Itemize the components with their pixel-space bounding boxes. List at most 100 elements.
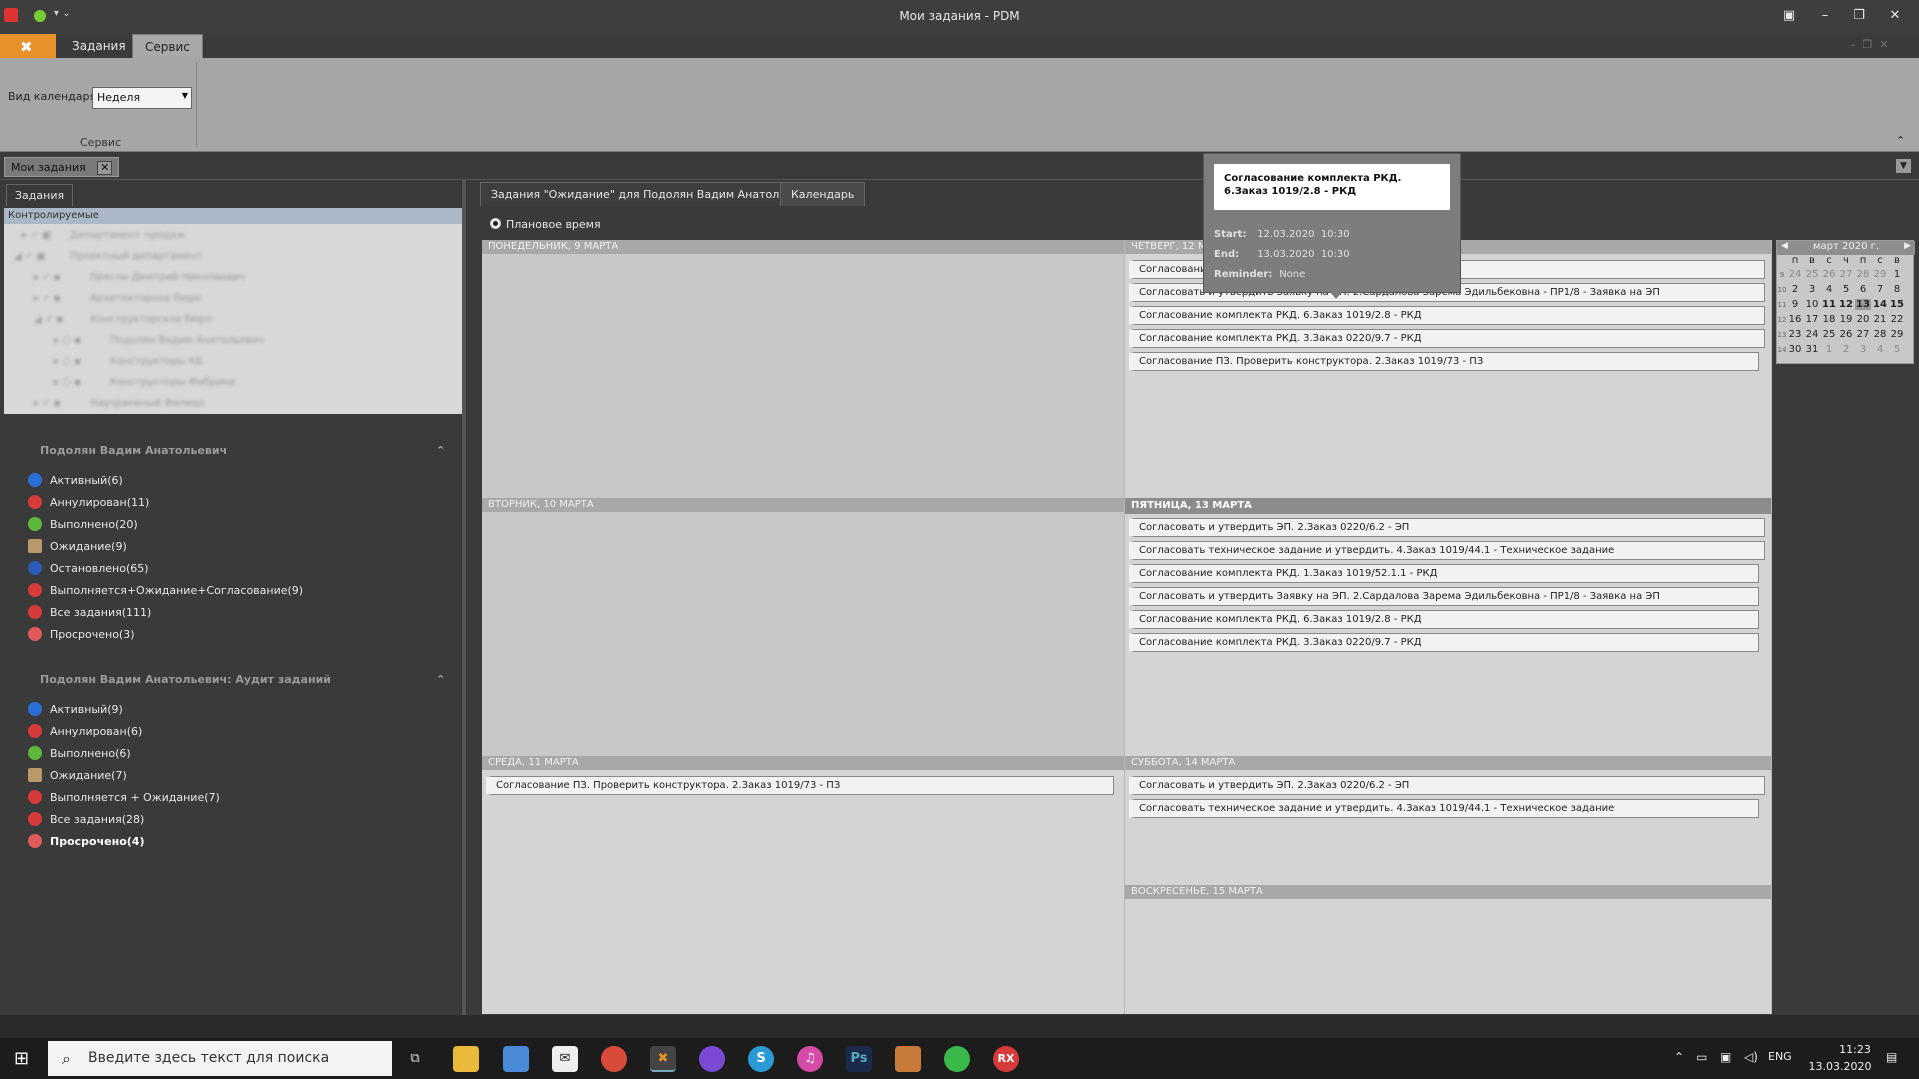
collapse-ribbon-icon[interactable]: ⌃ xyxy=(1896,134,1905,147)
mini-calendar-day[interactable]: 26 xyxy=(1821,269,1837,280)
doc-tab-my-tasks[interactable]: Мои задания ✕ xyxy=(4,157,120,177)
mini-calendar-day[interactable]: 20 xyxy=(1855,314,1871,325)
tree-row[interactable]: ◢ ✓ ▣ Проектный департамент xyxy=(4,247,462,267)
mini-calendar-day[interactable]: 6 xyxy=(1855,284,1871,295)
filter-all[interactable]: Все задания(111) xyxy=(28,605,151,623)
skype-icon[interactable]: S xyxy=(748,1046,774,1072)
mini-calendar-day[interactable]: 22 xyxy=(1889,314,1905,325)
close-icon[interactable]: ✕ xyxy=(97,161,113,175)
mini-calendar-day[interactable]: 3 xyxy=(1804,284,1820,295)
calendar-view-select[interactable]: Неделя ▼ xyxy=(92,87,192,109)
mini-calendar-day[interactable]: 4 xyxy=(1872,344,1888,355)
tab-waiting-tasks[interactable]: Задания "Ожидание" для Подолян Вадим Ана… xyxy=(480,182,824,206)
tab-tasks[interactable]: Задания xyxy=(60,34,138,58)
mini-calendar-day[interactable]: 19 xyxy=(1838,314,1854,325)
mini-calendar-day[interactable]: 5 xyxy=(1889,344,1905,355)
appointment[interactable]: Согласовать техническое задание и утверд… xyxy=(1129,799,1759,818)
tree-row[interactable]: ▸ ✓ ▪ Архитекторное бюро xyxy=(4,289,462,309)
day-sunday[interactable]: ВОСКРЕСЕНЬЕ, 15 МАРТА xyxy=(1125,885,1772,1014)
audit-filter-active[interactable]: Активный(9) xyxy=(28,702,123,720)
mini-calendar-day[interactable]: 25 xyxy=(1821,329,1837,340)
audit-filter-done[interactable]: Выполнено(6) xyxy=(28,746,131,764)
rx-app-icon[interactable]: RX xyxy=(993,1046,1019,1072)
filter-group-header[interactable]: Подолян Вадим Анатольевич: Аудит заданий… xyxy=(40,673,445,686)
day-friday[interactable]: ПЯТНИЦА, 13 МАРТА Согласовать и утвердит… xyxy=(1125,498,1772,756)
tree-row[interactable]: ◢ ✓ ▪ Конструкторское бюро xyxy=(4,310,462,330)
appointment[interactable]: Согласовать техническое задание и утверд… xyxy=(1129,541,1765,560)
tree-row[interactable]: ▸ ✓ ▪ Пресли Дмитрий Николаевич xyxy=(4,268,462,288)
mini-calendar-day[interactable]: 24 xyxy=(1804,329,1820,340)
mini-calendar-day[interactable]: 1 xyxy=(1821,344,1837,355)
audit-filter-all[interactable]: Все задания(28) xyxy=(28,812,144,830)
mini-calendar-day[interactable]: 11 xyxy=(1821,299,1837,310)
minimize-button[interactable]: – xyxy=(1814,6,1836,26)
mini-calendar-day[interactable]: 13 xyxy=(1855,299,1871,310)
close-button[interactable]: ✕ xyxy=(1884,6,1906,26)
clock-time[interactable]: 11:23 xyxy=(1830,1043,1880,1056)
mini-calendar-day[interactable]: 14 xyxy=(1872,299,1888,310)
mini-calendar-day[interactable]: 9 xyxy=(1787,299,1803,310)
mini-calendar-day[interactable]: 27 xyxy=(1838,269,1854,280)
filter-done[interactable]: Выполнено(20) xyxy=(28,517,138,535)
tab-service[interactable]: Сервис xyxy=(132,34,203,58)
mail-icon[interactable]: ✉ xyxy=(552,1046,578,1072)
mini-calendar-day[interactable]: 18 xyxy=(1821,314,1837,325)
app-icon[interactable] xyxy=(895,1046,921,1072)
appointment[interactable]: Согласование комплекта РКД. 6.Заказ 1019… xyxy=(1129,306,1765,325)
filter-stopped[interactable]: Остановлено(65) xyxy=(28,561,149,579)
restore-layout-icon[interactable]: ▣ xyxy=(1778,6,1800,26)
appointment[interactable]: Согласование ПЗ. Проверить конструктора.… xyxy=(1129,352,1759,371)
mini-calendar-day[interactable]: 5 xyxy=(1838,284,1854,295)
mini-calendar-day[interactable]: 15 xyxy=(1889,299,1905,310)
mini-calendar-day[interactable]: 28 xyxy=(1872,329,1888,340)
tree-row[interactable]: ▸ ✓ ▪ Научраевный Филиал xyxy=(4,394,462,414)
filter-active[interactable]: Активный(6) xyxy=(28,473,123,491)
day-tuesday[interactable]: ВТОРНИК, 10 МАРТА xyxy=(482,498,1125,756)
mini-calendar-day[interactable]: 3 xyxy=(1855,344,1871,355)
audit-filter-cancelled[interactable]: Аннулирован(6) xyxy=(28,724,142,742)
prev-month-icon[interactable]: ◀ xyxy=(1781,241,1788,251)
mini-calendar-day[interactable]: 24 xyxy=(1787,269,1803,280)
battery-icon[interactable]: ▭ xyxy=(1696,1050,1707,1064)
mini-calendar-day[interactable]: 7 xyxy=(1872,284,1888,295)
chevron-up-icon[interactable]: ⌃ xyxy=(436,444,445,457)
application-menu-button[interactable]: ✖ xyxy=(0,34,56,58)
filter-cancelled[interactable]: Аннулирован(11) xyxy=(28,495,149,513)
appointment[interactable]: Согласование комплекта РКД. 6.Заказ 1019… xyxy=(1129,610,1759,629)
appointment[interactable]: Согласование комплекта РКД. 1.Заказ 1019… xyxy=(1129,564,1759,583)
notifications-icon[interactable]: ▤ xyxy=(1886,1050,1897,1064)
appointment[interactable]: Согласовать и утвердить ЭП. 2.Заказ 0220… xyxy=(1129,518,1765,537)
chevron-up-icon[interactable]: ⌃ xyxy=(436,673,445,686)
language-indicator[interactable]: ENG xyxy=(1768,1050,1792,1063)
filter-group-header[interactable]: Подолян Вадим Анатольевич ⌃ xyxy=(40,444,445,457)
viber-icon[interactable] xyxy=(699,1046,725,1072)
appointment[interactable]: Согласование ПЗ. Проверить конструктора.… xyxy=(486,776,1114,795)
appointment[interactable]: Согласование комплекта РКД. 3.Заказ 0220… xyxy=(1129,329,1765,348)
maximize-button[interactable]: ❐ xyxy=(1848,6,1870,26)
mini-calendar-day[interactable]: 28 xyxy=(1855,269,1871,280)
mini-calendar-day[interactable]: 12 xyxy=(1838,299,1854,310)
tree-row[interactable]: ▸ ○ ▪ Конструкторы КБ xyxy=(4,352,462,372)
mini-calendar-day[interactable]: 10 xyxy=(1804,299,1820,310)
mini-calendar-day[interactable]: 26 xyxy=(1838,329,1854,340)
taskbar-search[interactable]: ⌕ Введите здесь текст для поиска xyxy=(48,1041,392,1076)
tab-calendar[interactable]: Календарь xyxy=(780,182,866,206)
mini-calendar-day[interactable]: 30 xyxy=(1787,344,1803,355)
mini-calendar-day[interactable]: 2 xyxy=(1838,344,1854,355)
mini-calendar-day[interactable]: 25 xyxy=(1804,269,1820,280)
filter-in-progress[interactable]: Выполняется+Ожидание+Согласование(9) xyxy=(28,583,303,601)
photoshop-icon[interactable]: Ps xyxy=(846,1046,872,1072)
appointment[interactable]: Согласовать и утвердить Заявку на ЭП. 2.… xyxy=(1129,587,1759,606)
store-icon[interactable] xyxy=(503,1046,529,1072)
volume-icon[interactable]: ◁) xyxy=(1744,1050,1758,1064)
planned-time-radio[interactable] xyxy=(490,218,501,229)
audit-filter-overdue[interactable]: Просрочено(4) xyxy=(28,834,144,852)
mini-calendar-day[interactable]: 23 xyxy=(1787,329,1803,340)
pdm-app-icon[interactable]: ✖ xyxy=(650,1046,676,1072)
tree-row[interactable]: ▸ ○ ▪ Конструкторы Фабрики xyxy=(4,373,462,393)
mini-calendar-day[interactable]: 31 xyxy=(1804,344,1820,355)
doc-tabs-dropdown-icon[interactable]: ▼ xyxy=(1896,159,1911,173)
mini-calendar-day[interactable]: 16 xyxy=(1787,314,1803,325)
whatsapp-icon[interactable] xyxy=(944,1046,970,1072)
mini-calendar-day[interactable]: 29 xyxy=(1872,269,1888,280)
